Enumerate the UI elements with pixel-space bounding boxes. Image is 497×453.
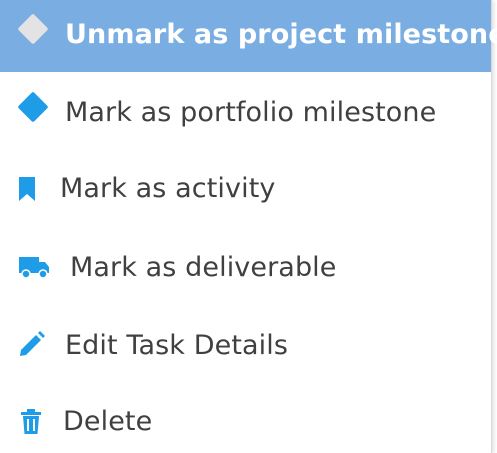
menu-item-label: Delete xyxy=(63,406,153,437)
diamond-icon xyxy=(14,88,52,126)
truck-icon xyxy=(17,254,51,280)
pencil-icon xyxy=(17,329,47,359)
menu-item-label: Unmark as project milestone xyxy=(65,19,497,50)
trash-icon xyxy=(19,408,43,436)
bookmark-icon xyxy=(17,176,37,202)
context-menu: Unmark as project milestone Mark as port… xyxy=(0,0,497,453)
menu-item-delete[interactable]: Delete xyxy=(0,388,491,453)
menu-item-unmark-project-milestone[interactable]: Unmark as project milestone xyxy=(0,0,497,72)
menu-item-label: Mark as activity xyxy=(60,173,276,204)
menu-item-mark-activity[interactable]: Mark as activity xyxy=(0,156,491,228)
menu-item-label: Mark as portfolio milestone xyxy=(65,97,437,128)
menu-item-mark-portfolio-milestone[interactable]: Mark as portfolio milestone xyxy=(0,78,491,150)
menu-item-edit-task-details[interactable]: Edit Task Details xyxy=(0,310,491,382)
diamond-icon xyxy=(14,10,52,48)
menu-item-mark-deliverable[interactable]: Mark as deliverable xyxy=(0,232,491,304)
menu-item-label: Edit Task Details xyxy=(65,330,289,361)
menu-item-label: Mark as deliverable xyxy=(70,252,337,283)
